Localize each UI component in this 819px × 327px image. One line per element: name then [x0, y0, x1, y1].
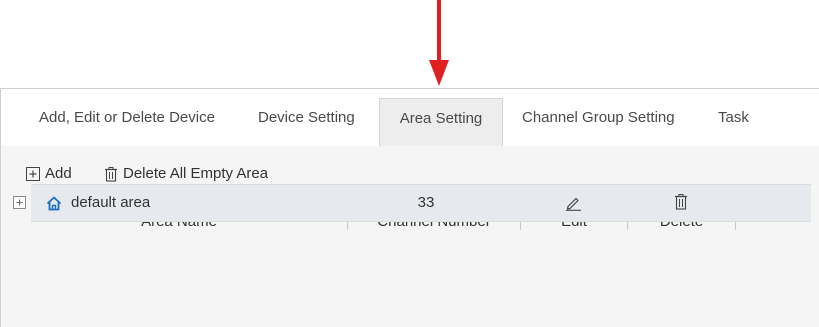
- plus-box-icon: [26, 167, 40, 181]
- tab-bar: Add, Edit or Delete Device Device Settin…: [1, 89, 819, 147]
- area-name-cell: default area: [71, 194, 151, 211]
- edit-icon[interactable]: [565, 195, 582, 211]
- delete-all-empty-area-label: Delete All Empty Area: [123, 165, 269, 182]
- expand-toggle[interactable]: [13, 196, 26, 209]
- add-button-label: Add: [45, 165, 72, 182]
- tab-device-setting[interactable]: Device Setting: [258, 98, 355, 146]
- channel-number-cell: 33: [417, 194, 435, 211]
- annotation-arrow: [429, 0, 449, 86]
- add-button[interactable]: Add: [26, 163, 72, 185]
- table-row[interactable]: default area 33: [31, 184, 811, 222]
- tab-task[interactable]: Task: [718, 98, 749, 146]
- area-setting-content: Add Delete All Empty Area Area Name Chan…: [1, 146, 819, 327]
- area-table: Area Name Channel Number Edit Delete: [9, 204, 819, 327]
- delete-icon[interactable]: [674, 194, 688, 210]
- delete-all-empty-area-button[interactable]: Delete All Empty Area: [104, 163, 268, 185]
- tab-area-setting[interactable]: Area Setting: [379, 98, 503, 147]
- trash-icon: [105, 166, 117, 182]
- home-icon: [46, 196, 62, 211]
- device-management-panel: Add, Edit or Delete Device Device Settin…: [0, 88, 819, 327]
- tab-add-edit-delete-device[interactable]: Add, Edit or Delete Device: [39, 98, 215, 146]
- tab-channel-group-setting[interactable]: Channel Group Setting: [522, 98, 675, 146]
- plus-icon: [16, 199, 23, 206]
